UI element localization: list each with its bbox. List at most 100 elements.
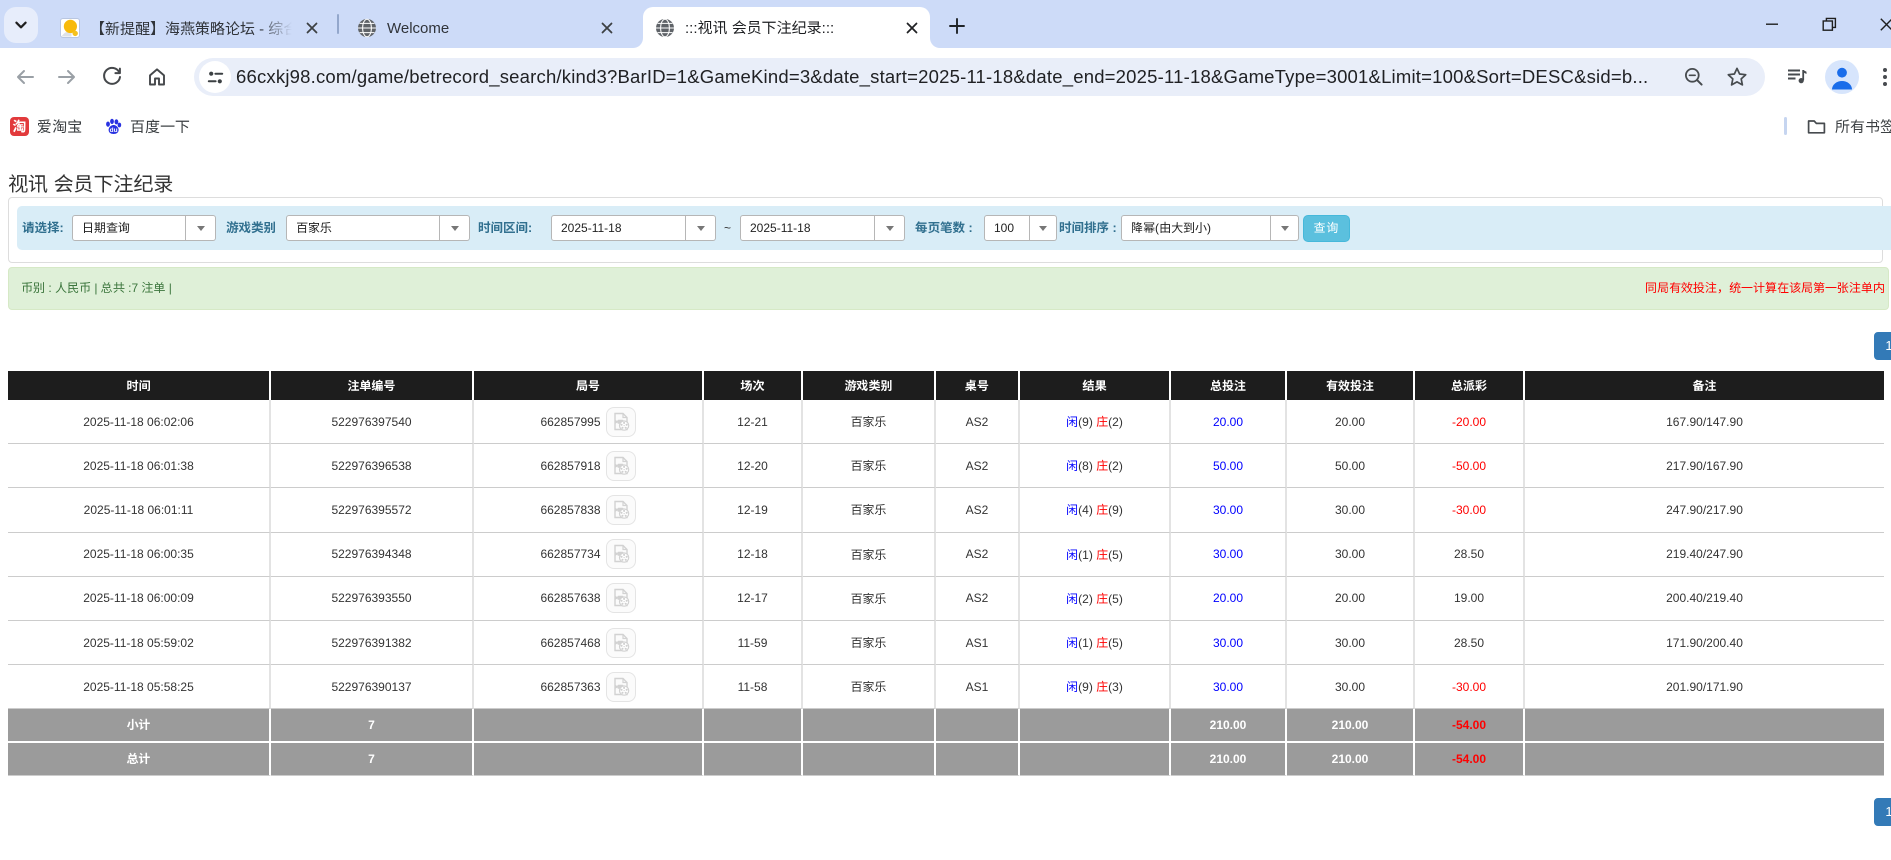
page-size-dropdown-button[interactable] xyxy=(1030,215,1057,241)
profile-avatar[interactable] xyxy=(1825,60,1859,94)
tab-search-button[interactable] xyxy=(4,7,38,43)
site-settings-chip[interactable] xyxy=(199,61,231,93)
back-button[interactable] xyxy=(14,66,36,88)
tab-forum[interactable]: 【新提醒】海燕策略论坛 - 综合 xyxy=(48,8,330,48)
tab-close-icon[interactable] xyxy=(304,20,320,36)
cell-session: 12-21 xyxy=(704,400,803,445)
window-minimize-button[interactable] xyxy=(1749,0,1795,48)
cell-round-id: 662857918 xyxy=(474,444,704,489)
cell-payout: -20.00 xyxy=(1415,400,1525,445)
forum-favicon-icon xyxy=(60,18,80,38)
bookmark-taobao[interactable]: 淘 爱淘宝 xyxy=(10,106,82,146)
cell-subtotal-0: 小计 xyxy=(8,709,271,743)
tune-icon xyxy=(207,71,223,83)
result-banker-points: (3) xyxy=(1108,680,1123,695)
reload-button[interactable] xyxy=(101,66,123,88)
result-banker: 庄 xyxy=(1096,459,1109,474)
video-file-icon xyxy=(613,456,629,475)
result-banker: 庄 xyxy=(1096,415,1109,430)
bookmark-star-icon[interactable] xyxy=(1726,66,1748,88)
table-row: 2025-11-18 06:01:11 522976395572 6628578… xyxy=(8,488,1884,533)
cell-valid-bet: 20.00 xyxy=(1287,576,1415,621)
pagination-page-1-top[interactable]: 1 xyxy=(1874,332,1891,360)
cell-table-no: AS1 xyxy=(936,665,1020,710)
bookmark-baidu[interactable]: du 百度一下 xyxy=(105,106,190,146)
cell-time: 2025-11-18 06:00:09 xyxy=(8,576,271,621)
window-restore-button[interactable] xyxy=(1806,0,1852,48)
home-button[interactable] xyxy=(146,66,168,88)
page-title: 视讯 会员下注纪录 xyxy=(8,174,174,196)
cell-session: 12-17 xyxy=(704,576,803,621)
plus-icon xyxy=(949,18,965,34)
cell-remark: 247.90/217.90 xyxy=(1525,488,1884,533)
address-bar[interactable]: 66cxkj98.com/game/betrecord_search/kind3… xyxy=(194,58,1765,96)
cell-total-bet: 30.00 xyxy=(1171,488,1287,533)
round-id-text: 662857995 xyxy=(540,414,601,429)
sort-dropdown-button[interactable] xyxy=(1271,215,1299,241)
table-header-cell: 游戏类别 xyxy=(803,371,936,400)
date-start-input[interactable]: 2025-11-18 xyxy=(551,215,686,241)
cell-total-bet: 50.00 xyxy=(1171,444,1287,489)
cell-game-type: 百家乐 xyxy=(803,532,936,577)
cell-total-9: -54.00 xyxy=(1415,742,1525,776)
date-start-dropdown-button[interactable] xyxy=(686,215,716,241)
game-type-input[interactable]: 百家乐 xyxy=(286,215,440,241)
all-bookmarks-button[interactable]: 所有书签 xyxy=(1806,106,1891,146)
tab-welcome[interactable]: Welcome xyxy=(345,8,625,48)
page-content: 视讯 会员下注纪录 请选择: 日期查询 游戏类别 百家乐 时间区间: 2025-… xyxy=(0,146,1891,860)
url-text[interactable]: 66cxkj98.com/game/betrecord_search/kind3… xyxy=(236,58,1648,96)
video-replay-button[interactable] xyxy=(605,450,636,481)
cell-total-6 xyxy=(1020,742,1171,776)
result-player-points: (9) xyxy=(1078,680,1097,695)
tab-active-betrecord[interactable]: :::视讯 会员下注纪录::: xyxy=(643,7,930,48)
video-replay-button[interactable] xyxy=(605,627,636,658)
cell-time: 2025-11-18 06:01:38 xyxy=(8,444,271,489)
result-banker: 庄 xyxy=(1096,636,1109,651)
zoom-icon[interactable] xyxy=(1683,66,1705,88)
cell-table-no: AS1 xyxy=(936,620,1020,666)
cell-total-bet: 20.00 xyxy=(1171,400,1287,445)
forward-button[interactable] xyxy=(56,66,78,88)
tab-skirt xyxy=(930,38,940,48)
game-type-dropdown-button[interactable] xyxy=(440,215,470,241)
tab-close-icon[interactable] xyxy=(599,20,615,36)
new-tab-button[interactable] xyxy=(941,10,973,42)
result-banker-points: (5) xyxy=(1108,591,1123,606)
search-button[interactable]: 查询 xyxy=(1303,215,1350,242)
media-controls-icon[interactable] xyxy=(1785,65,1809,89)
cell-remark: 201.90/171.90 xyxy=(1525,665,1884,710)
video-replay-button[interactable] xyxy=(605,406,636,437)
sort-input[interactable]: 降幂(由大到小) xyxy=(1121,215,1271,241)
date-end-input[interactable]: 2025-11-18 xyxy=(740,215,875,241)
video-replay-button[interactable] xyxy=(605,494,636,525)
video-file-icon xyxy=(613,500,629,519)
tab-separator xyxy=(337,14,339,34)
cell-time: 2025-11-18 06:02:06 xyxy=(8,400,271,445)
select-dropdown-button[interactable] xyxy=(186,215,216,241)
cell-subtotal-4 xyxy=(803,709,936,743)
result-player: 闲 xyxy=(1066,503,1079,518)
result-player-points: (9) xyxy=(1078,415,1097,430)
cell-session: 11-58 xyxy=(704,665,803,710)
cell-time: 2025-11-18 06:01:11 xyxy=(8,488,271,533)
video-file-icon xyxy=(613,677,629,696)
table-header-cell: 场次 xyxy=(704,371,803,400)
page-size-input[interactable]: 100 xyxy=(984,215,1030,241)
select-input[interactable]: 日期查询 xyxy=(72,215,186,241)
pagination-page-1-bottom[interactable]: 1 xyxy=(1874,798,1891,826)
menu-dots-icon[interactable] xyxy=(1875,65,1891,89)
cell-round-id: 662857734 xyxy=(474,532,704,577)
result-banker-points: (5) xyxy=(1108,636,1123,651)
date-end-dropdown-button[interactable] xyxy=(875,215,905,241)
video-replay-button[interactable] xyxy=(605,539,636,570)
cell-result: 闲(1) 庄(5) xyxy=(1020,620,1171,666)
video-replay-button[interactable] xyxy=(605,671,636,702)
cell-total-5 xyxy=(936,742,1020,776)
video-replay-button[interactable] xyxy=(605,583,636,614)
tab-close-icon[interactable] xyxy=(904,20,920,36)
result-player-points: (8) xyxy=(1078,459,1097,474)
result-player-points: (2) xyxy=(1078,591,1097,606)
cell-valid-bet: 50.00 xyxy=(1287,444,1415,489)
window-close-button[interactable] xyxy=(1863,0,1891,48)
cell-time: 2025-11-18 05:58:25 xyxy=(8,665,271,710)
